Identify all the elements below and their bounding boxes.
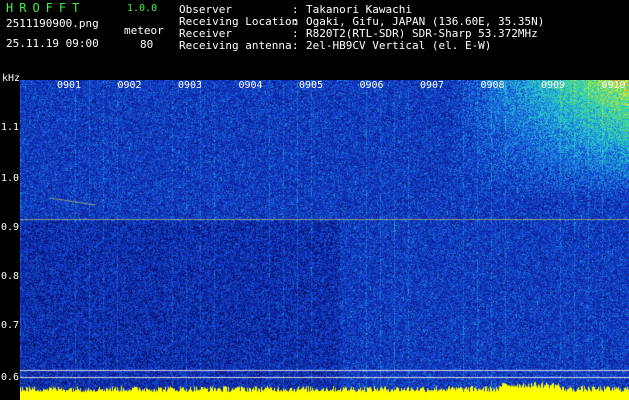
- info-row-antenna: Receiving antenna: 2el-HB9CV Vertical (e…: [179, 39, 492, 52]
- file-name: 2511190900.png: [6, 17, 99, 30]
- spectrogram: [20, 80, 629, 400]
- meteor-count: 80: [140, 38, 154, 51]
- y-tick-label: 1.0: [1, 173, 20, 184]
- date-time: 25.11.19 09:00: [6, 37, 99, 50]
- time-tick-label: 0909: [541, 80, 566, 91]
- time-tick-label: 0906: [359, 80, 384, 91]
- y-tick-label: 0.6: [1, 372, 20, 383]
- app-version: 1.0.0: [127, 3, 158, 14]
- time-tick-label: 0907: [420, 80, 445, 91]
- header-panel: HROFFT 1.0.0 2511190900.png 25.11.19 09:…: [0, 0, 629, 84]
- time-tick-label: 0908: [480, 80, 505, 91]
- time-tick-label: 0910: [601, 80, 626, 91]
- y-tick-label: 0.9: [1, 222, 20, 233]
- y-tick-label: 0.8: [1, 271, 20, 282]
- meteor-label: meteor: [124, 24, 164, 37]
- time-tick-label: 0902: [117, 80, 142, 91]
- time-tick-label: 0901: [57, 80, 82, 91]
- y-tick-label: 1.1: [1, 122, 20, 133]
- app-brand: HROFFT: [6, 1, 86, 15]
- time-tick-label: 0903: [178, 80, 203, 91]
- time-tick-label: 0904: [238, 80, 263, 91]
- time-tick-label: 0905: [299, 80, 324, 91]
- frequency-unit-label: kHz: [2, 73, 21, 84]
- station-info: Observer: Takanori Kawachi Receiving Loc…: [179, 4, 544, 52]
- y-tick-label: 0.7: [1, 320, 20, 331]
